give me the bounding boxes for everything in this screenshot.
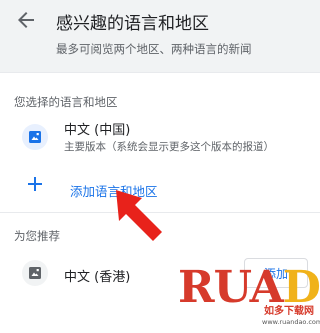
header-divider bbox=[0, 72, 320, 73]
back-arrow-icon[interactable] bbox=[14, 8, 38, 32]
newspaper-icon bbox=[29, 131, 41, 143]
top-app-bar: 感兴趣的语言和地区 最多可阅览两个地区、两种语言的新闻 bbox=[0, 0, 320, 72]
selected-language-detail: 主要版本（系统会显示更多这个版本的报道） bbox=[64, 141, 274, 153]
selected-section-label: 您选择的语言和地区 bbox=[14, 95, 118, 109]
recommended-language-name: 中文 (香港) bbox=[64, 270, 131, 285]
page-subtitle: 最多可阅览两个地区、两种语言的新闻 bbox=[56, 42, 252, 56]
annotation-arrow-icon bbox=[116, 190, 162, 241]
watermark-url: www.ruandao.com bbox=[262, 318, 320, 326]
page-title: 感兴趣的语言和地区 bbox=[56, 14, 209, 34]
recommended-section-label: 为您推荐 bbox=[14, 229, 60, 243]
newspaper-icon bbox=[29, 267, 41, 279]
language-icon bbox=[22, 124, 48, 150]
watermark-site-name: 如多下载网 bbox=[264, 306, 314, 317]
selected-language-name: 中文 (中国) bbox=[64, 123, 131, 138]
language-icon bbox=[22, 260, 48, 286]
plus-icon bbox=[28, 177, 42, 191]
